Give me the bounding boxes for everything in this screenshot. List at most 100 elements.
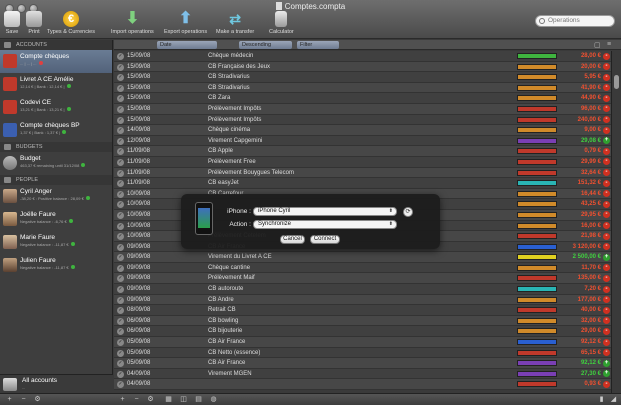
refresh-button[interactable]: ⟳ (403, 207, 413, 217)
checked-icon[interactable]: ✓ (117, 84, 124, 92)
table-row[interactable]: ✓ 04/09/08 Virement MGEN 27,30 € + (114, 368, 611, 380)
checked-icon[interactable]: ✓ (117, 190, 124, 198)
add-account-button[interactable]: + (6, 396, 13, 403)
table-row[interactable]: ✓ 09/09/08 Prélèvement Maif 135,00 € - (114, 273, 611, 285)
checked-icon[interactable]: ✓ (117, 169, 124, 177)
search-input[interactable]: Operations (535, 15, 615, 27)
action-select[interactable]: Synchronize ⬍ (253, 220, 397, 229)
sidebar-settings-button[interactable]: ⚙ (34, 396, 41, 403)
sort-field-select[interactable]: Date (157, 41, 217, 49)
sidebar-item-person[interactable]: Marie Faure Negative balance : -11,87 € (0, 231, 112, 254)
cancel-button[interactable]: Cancel (280, 235, 305, 244)
checked-icon[interactable]: ✓ (117, 105, 124, 113)
checked-icon[interactable]: ✓ (117, 148, 124, 156)
checked-icon[interactable]: ✓ (117, 339, 124, 347)
table-row[interactable]: ✓ 15/09/08 CB Stradivarius 5,95 € - (114, 72, 611, 83)
checked-icon[interactable]: ✓ (117, 74, 124, 82)
scrollbar[interactable] (611, 51, 621, 393)
checked-icon[interactable]: ✓ (117, 63, 124, 71)
table-row[interactable]: ✓ 08/09/08 Retrait CB 40,00 € - (114, 305, 611, 316)
remove-operation-button[interactable]: − (133, 396, 140, 403)
checked-icon[interactable]: ✓ (117, 158, 124, 166)
table-row[interactable]: ✓ 15/09/08 CB Française des Jeux 20,00 € - (114, 61, 611, 73)
sidebar-item-account[interactable]: Livret A CE Amélie 12,14 € | Bank : 12,1… (0, 73, 112, 96)
split-icon[interactable]: ◫ (180, 396, 187, 403)
table-row[interactable]: ✓ 15/09/08 Prélèvement Impôts 240,00 € - (114, 114, 611, 126)
table-row[interactable]: ✓ 09/09/08 CB Andre 177,00 € - (114, 294, 611, 306)
sort-order-select[interactable]: Descending (239, 41, 292, 49)
iphone-select[interactable]: iPhone Cyril ⬍ (253, 207, 397, 216)
sidebar-item-person[interactable]: Julien Faure Negative balance : -11,87 € (0, 254, 112, 277)
checked-icon[interactable]: ✓ (117, 370, 124, 378)
table-row[interactable]: ✓ 15/09/08 Prélèvement Impôts 96,00 € - (114, 103, 611, 115)
checked-icon[interactable]: ✓ (117, 317, 124, 325)
checked-icon[interactable]: ✓ (117, 275, 124, 283)
table-row[interactable]: ✓ 11/09/08 CB easyJet 151,32 € - (114, 178, 611, 189)
table-row[interactable]: ✓ 11/09/08 CB Apple 0,79 € - (114, 146, 611, 157)
checked-icon[interactable]: ✓ (117, 360, 124, 368)
types-currencies-button[interactable]: € Types & Currencies (47, 11, 95, 35)
table-row[interactable]: ✓ 14/09/08 Chèque cinéma 9,00 € - (114, 125, 611, 136)
checked-icon[interactable]: ✓ (117, 349, 124, 357)
table-row[interactable]: ✓ 11/09/08 Prélèvement Bouygues Telecom 32,… (114, 167, 611, 179)
table-row[interactable]: ✓ 09/09/08 Virement du Livret A CE 2 500,00… (114, 252, 611, 263)
checked-icon[interactable]: ✓ (117, 381, 124, 389)
checked-icon[interactable]: ✓ (117, 137, 124, 145)
checked-icon[interactable]: ✓ (117, 180, 124, 188)
column-options-icon[interactable]: ≡ (607, 41, 616, 49)
table-row[interactable]: ✓ 09/09/08 CB autoroute 7,20 € - (114, 284, 611, 295)
table-row[interactable]: ✓ 15/09/08 Chèque médecin 28,00 € - (114, 51, 611, 62)
table-row[interactable]: ✓ 11/09/08 Prélèvement Free 29,99 € - (114, 156, 611, 168)
checked-icon[interactable]: ✓ (117, 286, 124, 294)
calculator-button[interactable]: Calculator (269, 11, 294, 35)
checked-icon[interactable]: ✓ (117, 296, 124, 304)
checked-icon[interactable]: ✓ (117, 307, 124, 315)
lock-icon[interactable]: ▮ (598, 396, 605, 403)
checked-icon[interactable]: ✓ (117, 243, 124, 251)
add-operation-button[interactable]: + (119, 396, 126, 403)
table-row[interactable]: ✓ 15/09/08 CB Zara 44,90 € - (114, 93, 611, 104)
save-button[interactable]: Save (4, 11, 20, 35)
connect-button[interactable]: Connect (310, 235, 340, 244)
checked-icon[interactable]: ✓ (117, 95, 124, 103)
remove-account-button[interactable]: − (20, 396, 27, 403)
table-row[interactable]: ✓ 12/09/08 Virement Capgemini 29,08 € + (114, 135, 611, 147)
checked-icon[interactable]: ✓ (117, 254, 124, 262)
table-row[interactable]: ✓ 15/09/08 CB Stradivarius 41,90 € - (114, 82, 611, 94)
sidebar-item-account[interactable]: Compte chèques ... | ... | ... (0, 50, 112, 73)
checked-icon[interactable]: ✓ (117, 201, 124, 209)
sidebar-item-all-accounts[interactable]: All accounts ... (0, 374, 113, 393)
table-row[interactable]: ✓ 06/09/08 CB bijouterie 29,00 € - (114, 326, 611, 338)
globe-icon[interactable]: ◍ (210, 396, 217, 403)
export-operations-button[interactable]: ⬆ Export operations (164, 11, 207, 36)
import-operations-button[interactable]: ⬇ Import operations (111, 11, 154, 36)
checked-icon[interactable]: ✓ (117, 328, 124, 336)
table-row[interactable]: ✓ 05/09/08 CB Air France 92,12 € + (114, 358, 611, 369)
sidebar-item-person[interactable]: Joëlle Faure Negative balance : -6,76 € (0, 208, 112, 231)
print-button[interactable]: Print (26, 11, 42, 35)
checked-icon[interactable]: ✓ (117, 127, 124, 135)
checked-icon[interactable]: ✓ (117, 53, 124, 60)
operation-settings-button[interactable]: ⚙ (147, 396, 154, 403)
checked-icon[interactable]: ✓ (117, 211, 124, 219)
sidebar-item-account[interactable]: Compte chèques BP 1,37 € | Bank : 1,37 €… (0, 119, 112, 142)
table-row[interactable]: ✓ 09/09/08 Chèque cantine 11,70 € - (114, 262, 611, 274)
chart-icon[interactable]: ▤ (195, 396, 202, 403)
sidebar-item-person[interactable]: Cyril Anger -38,20 € : Positive balance … (0, 185, 112, 208)
sidebar-item-account[interactable]: Codevi CE 13,21 € | Bank : 13,21 € | (0, 96, 112, 119)
scroll-thumb[interactable] (614, 75, 619, 89)
table-row[interactable]: ✓ 05/09/08 CB Netto (essence) 65,15 € - (114, 347, 611, 359)
calendar-icon[interactable]: ▦ (165, 396, 172, 403)
lock-icon[interactable]: ▢ (594, 41, 603, 49)
checked-icon[interactable]: ✓ (117, 233, 124, 241)
table-row[interactable]: ✓ 05/09/08 CB Air France 92,12 € - (114, 337, 611, 348)
table-row[interactable]: ✓ 04/09/08 0,93 € - (114, 379, 611, 390)
checked-icon[interactable]: ✓ (117, 116, 124, 124)
checked-icon[interactable]: ✓ (117, 222, 124, 230)
filter-select[interactable]: Filter (297, 41, 339, 49)
make-transfer-button[interactable]: ⇄ Make a transfer (216, 11, 254, 35)
resize-grip-icon[interactable]: ◢ (610, 396, 617, 403)
sidebar-item-budget[interactable]: Budget 463,37 € remaining until 31/12/08 (0, 152, 112, 175)
table-row[interactable]: ✓ 06/09/08 CB bowling 32,00 € - (114, 315, 611, 327)
checked-icon[interactable]: ✓ (117, 264, 124, 272)
